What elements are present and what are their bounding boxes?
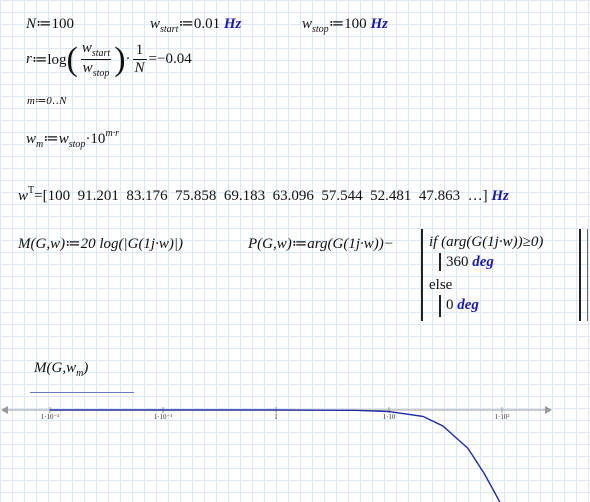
P-def-text: P(G,w)≔arg(G(1j·w))−: [248, 236, 394, 252]
r-result: =−0.04: [148, 51, 192, 67]
x-axis-arrow-right: [545, 406, 552, 414]
frac-num-sub: start: [91, 48, 111, 59]
else-branch: 0 deg: [439, 295, 491, 317]
m-range-definition[interactable]: m≔0‥N: [27, 94, 66, 107]
plot-y-axis-label[interactable]: M(G,wm): [34, 360, 88, 379]
y-label-text: M(G,w: [34, 360, 77, 376]
m-range-text: m≔0‥N: [27, 95, 67, 107]
x-axis-arrow-left: [1, 406, 8, 414]
mult-dot: ·: [125, 51, 131, 67]
if-condition: if (arg(G(1j·w))≥0): [429, 234, 543, 251]
P-function-definition[interactable]: P(G,w)≔arg(G(1j·w))−: [248, 234, 394, 253]
magnitude-curve: [50, 409, 501, 502]
then-branch: 360 deg: [439, 253, 501, 271]
wm-variable: w: [26, 131, 37, 147]
wstart-definition[interactable]: wstart≔0.01 Hz: [150, 14, 241, 35]
wm-rhs-subscript: stop: [68, 139, 86, 150]
x-tick-label: 1·10: [383, 413, 396, 421]
x-tick-label: 1: [274, 413, 278, 421]
frac-num-var: w: [81, 40, 92, 56]
open-paren: (: [66, 40, 78, 78]
close-paren: ): [114, 40, 126, 78]
wstop-unit: Hz: [370, 16, 388, 32]
wm-exponent: m·r: [105, 128, 120, 139]
wstop-subscript: stop: [312, 24, 329, 35]
wT-values: =[100 91.201 83.176 75.858 69.183 63.096…: [34, 188, 488, 204]
wstop-assignment: ≔100: [328, 16, 367, 32]
M-def-text: M(G,w)≔20 log(|G(1j·w)|): [18, 236, 183, 252]
wstart-assignment: ≔0.01: [178, 16, 221, 32]
wT-unit: Hz: [491, 188, 509, 204]
M-function-definition[interactable]: M(G,w)≔20 log(|G(1j·w)|): [18, 234, 183, 253]
N-variable: N: [26, 16, 37, 32]
then-unit: deg: [472, 254, 494, 270]
then-value: 360: [446, 254, 469, 270]
frac-den-var: w: [82, 60, 93, 76]
else-label: else: [429, 277, 453, 293]
wstart-unit: Hz: [223, 16, 242, 32]
if-text: if (arg(G(1j·w))≥0): [429, 234, 544, 250]
wT-variable: w: [18, 188, 29, 204]
wm-assign: ≔: [43, 131, 59, 147]
one-over-N-fraction: 1 N: [132, 42, 147, 77]
y-label-close: ): [83, 360, 89, 376]
else-unit: deg: [457, 297, 479, 313]
wstart-wstop-fraction: wstart wstop: [80, 40, 112, 79]
frac2-den: N: [134, 60, 145, 76]
wstart-subscript: start: [160, 24, 179, 35]
wm-definition[interactable]: wm≔wstop·10m·r: [26, 128, 119, 150]
wm-rhs-variable: w: [58, 131, 69, 147]
wstop-variable: w: [302, 16, 313, 32]
bode-magnitude-plot[interactable]: 1·10⁻² 1·10⁻¹ 1 1·10 1·10²: [0, 395, 590, 502]
wm-rest: ·10: [85, 131, 106, 147]
else-value: 0: [446, 297, 454, 313]
program-block[interactable]: if (arg(G(1j·w))≥0) 360 deg else 0 deg: [421, 229, 581, 321]
x-tick-label: 1·10⁻¹: [154, 413, 173, 421]
r-assign-log: ≔log: [31, 52, 67, 68]
N-assignment: ≔100: [36, 16, 75, 32]
y-label-underline: [30, 392, 134, 393]
wstart-variable: w: [150, 16, 161, 32]
x-tick-label: 1·10²: [495, 413, 510, 421]
N-definition[interactable]: N≔100: [26, 14, 74, 33]
region-resize-handle[interactable]: [587, 229, 588, 321]
w-transpose-evaluation[interactable]: wT=[100 91.201 83.176 75.858 69.183 63.0…: [18, 185, 509, 205]
frac2-num: 1: [135, 42, 144, 58]
wstop-definition[interactable]: wstop≔100 Hz: [302, 14, 388, 35]
frac-den-sub: stop: [92, 68, 110, 79]
r-definition[interactable]: r ≔log ( wstart wstop ) · 1 N =−0.04: [26, 40, 192, 79]
x-tick-label: 1·10⁻²: [41, 413, 60, 421]
